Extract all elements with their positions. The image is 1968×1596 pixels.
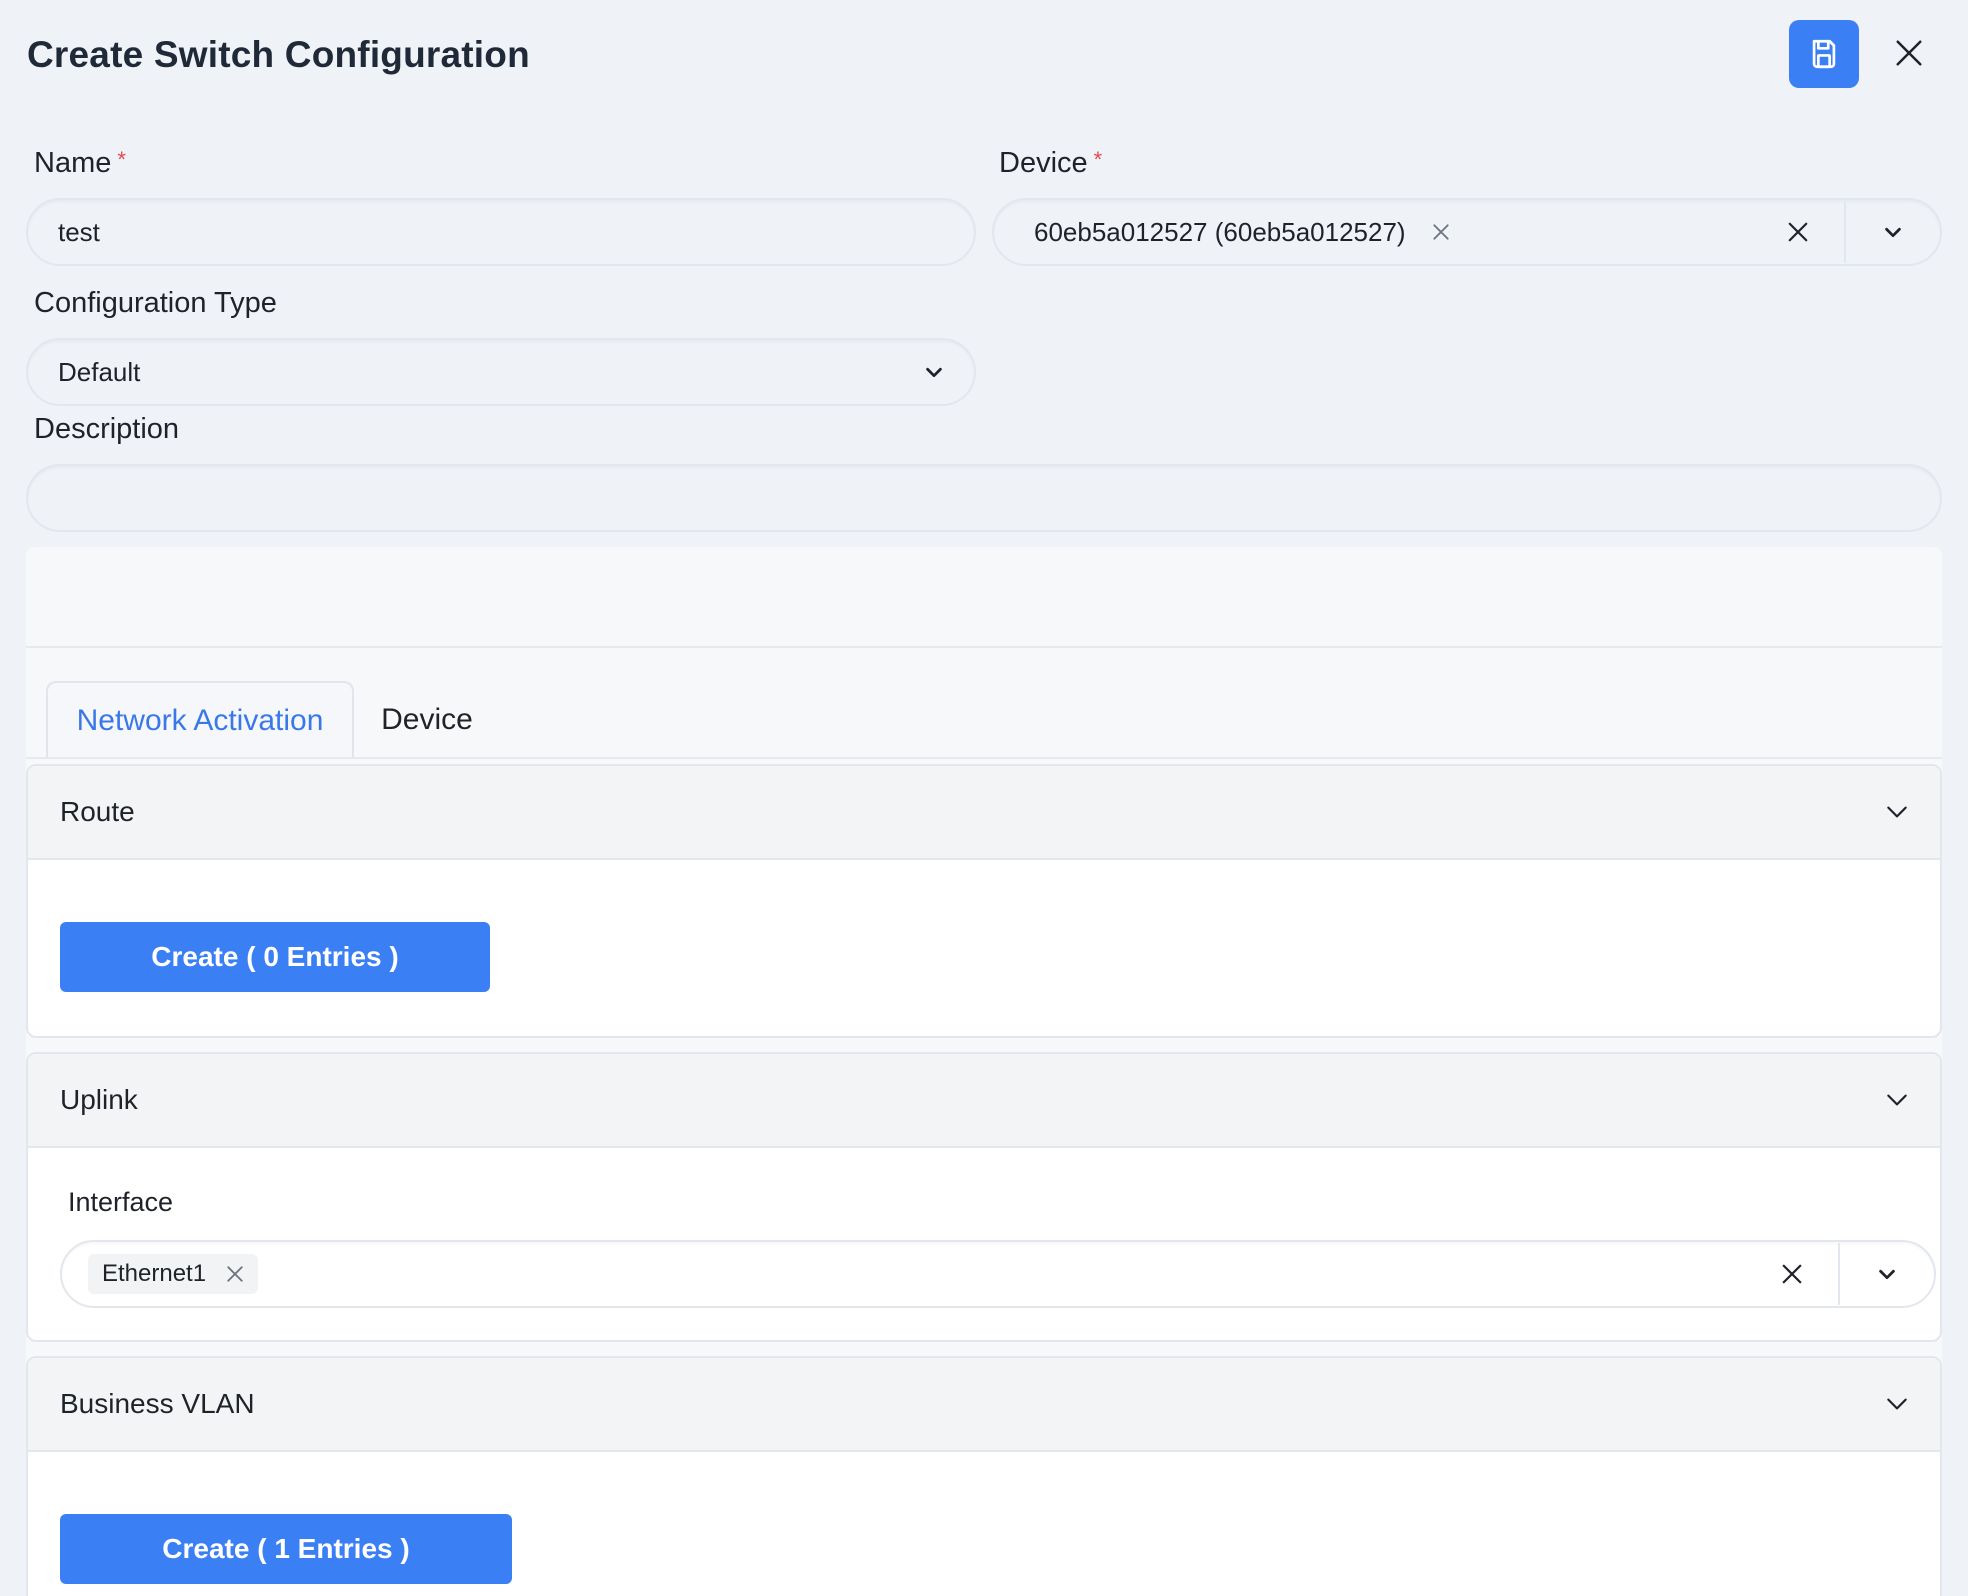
route-section: Route Create ( 0 Entries ): [26, 764, 1942, 1038]
configuration-type-dropdown-toggle[interactable]: [914, 352, 954, 392]
save-button[interactable]: [1789, 20, 1859, 88]
device-label-text: Device: [999, 147, 1088, 179]
uplink-section: Uplink Interface Ethernet1: [26, 1052, 1942, 1342]
chevron-down-icon: [1887, 806, 1907, 818]
name-label: Name *: [34, 147, 126, 180]
create-business-vlan-entries-button[interactable]: Create ( 1 Entries ): [60, 1514, 512, 1584]
remove-tag-icon: [1432, 224, 1449, 240]
interface-chip-label: Ethernet1: [102, 1260, 207, 1287]
create-switch-configuration-dialog: Create Switch Configuration Name * test D…: [0, 0, 1968, 1596]
save-icon: [1812, 39, 1836, 69]
business-vlan-section-header[interactable]: Business VLAN: [28, 1358, 1940, 1452]
uplink-section-header[interactable]: Uplink: [28, 1054, 1940, 1148]
interface-chip: Ethernet1: [88, 1254, 259, 1294]
name-label-text: Name: [34, 147, 112, 179]
interface-select[interactable]: Ethernet1: [60, 1240, 1936, 1308]
required-mark: *: [117, 147, 126, 172]
interface-dropdown-toggle[interactable]: [1840, 1243, 1934, 1305]
tab-network-activation[interactable]: Network Activation: [46, 681, 354, 759]
tab-device[interactable]: Device: [354, 681, 500, 759]
device-label: Device *: [999, 147, 1102, 180]
route-section-title: Route: [60, 796, 135, 827]
remove-tag-icon: [227, 1266, 243, 1282]
clear-icon: [1788, 222, 1808, 242]
route-section-header[interactable]: Route: [28, 766, 1940, 860]
device-dropdown-toggle[interactable]: [1846, 201, 1940, 263]
panel-separator: [26, 646, 1942, 648]
description-label: Description: [34, 413, 180, 445]
close-button[interactable]: [1888, 32, 1930, 74]
chevron-down-icon: [1879, 1269, 1895, 1280]
chevron-down-icon: [926, 367, 942, 378]
uplink-section-title: Uplink: [60, 1084, 138, 1115]
clear-device-button[interactable]: [1778, 212, 1818, 252]
create-route-entries-button[interactable]: Create ( 0 Entries ): [60, 922, 490, 992]
clear-interface-button[interactable]: [1772, 1254, 1812, 1294]
close-icon: [1896, 40, 1922, 66]
interface-label: Interface: [68, 1187, 174, 1217]
device-selected-value: 60eb5a012527 (60eb5a012527): [1034, 216, 1406, 247]
clear-icon: [1782, 1264, 1802, 1284]
page-title: Create Switch Configuration: [27, 34, 530, 75]
business-vlan-section: Business VLAN Create ( 1 Entries ): [26, 1356, 1942, 1596]
name-input-value: test: [58, 216, 100, 247]
configuration-type-value: Default: [58, 356, 141, 387]
description-input[interactable]: [26, 464, 1942, 532]
device-select[interactable]: 60eb5a012527 (60eb5a012527): [992, 198, 1942, 266]
required-mark: *: [1093, 147, 1103, 172]
chevron-down-icon: [1885, 227, 1901, 238]
chevron-down-icon: [1887, 1398, 1907, 1410]
remove-device-button[interactable]: [1426, 217, 1456, 247]
chevron-down-icon: [1887, 1094, 1907, 1106]
configuration-type-select[interactable]: Default: [26, 338, 976, 406]
configuration-type-label: Configuration Type: [34, 287, 277, 319]
remove-interface-button[interactable]: [222, 1261, 248, 1287]
business-vlan-section-title: Business VLAN: [60, 1388, 255, 1419]
name-input[interactable]: test: [26, 198, 976, 266]
tab-underline: [26, 757, 1942, 759]
